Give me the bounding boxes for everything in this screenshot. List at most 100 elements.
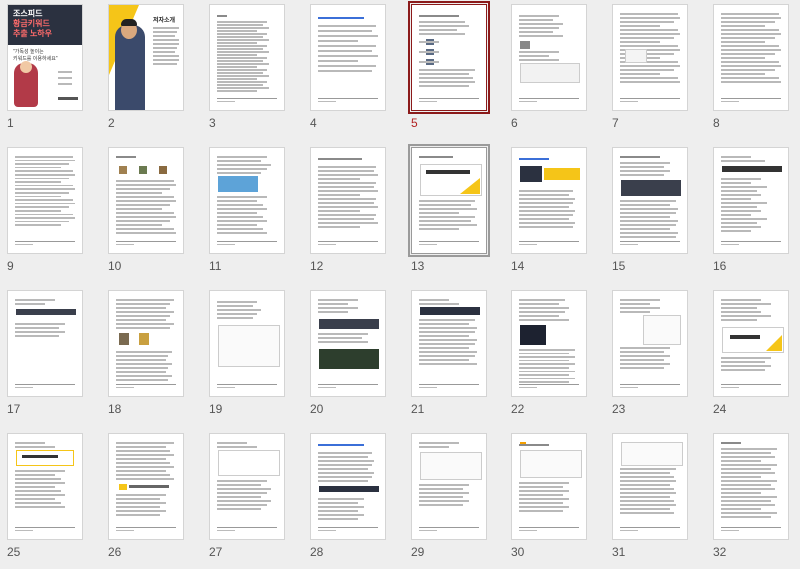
text-line xyxy=(519,299,565,301)
text-line xyxy=(519,198,575,200)
page-preview[interactable] xyxy=(713,4,789,111)
inline-icon xyxy=(119,484,127,490)
page-preview[interactable] xyxy=(310,290,386,397)
text-line xyxy=(15,299,55,301)
page-thumbnail-20[interactable]: 20 xyxy=(310,290,406,426)
page-preview[interactable] xyxy=(408,144,490,257)
text-line xyxy=(519,23,563,25)
page-thumbnail-29[interactable]: 29 xyxy=(411,433,507,569)
page-preview[interactable] xyxy=(209,4,285,111)
page-thumbnail-10[interactable]: 10 xyxy=(108,147,204,283)
text-line xyxy=(318,214,376,216)
page-thumbnail-9[interactable]: 9 xyxy=(7,147,103,283)
text-line xyxy=(620,476,674,478)
text-line xyxy=(419,484,469,486)
text-line xyxy=(217,208,267,210)
text-line xyxy=(318,472,374,474)
page-thumbnail-13[interactable]: 13 xyxy=(408,144,507,283)
text-line xyxy=(116,208,162,210)
page-thumbnail-28[interactable]: 28 xyxy=(310,433,406,569)
page-thumbnail-1[interactable]: 조스피드 황금키워드 추출 노하우 "가독성 높이는 키워드를 이용하세요" 1 xyxy=(7,4,103,140)
screenshot-image xyxy=(621,180,681,196)
page-preview[interactable] xyxy=(713,290,789,397)
text-line xyxy=(318,452,372,454)
page-preview[interactable] xyxy=(7,290,83,397)
text-line xyxy=(721,452,771,454)
page-thumbnail-25[interactable]: 25 xyxy=(7,433,103,569)
page-preview[interactable] xyxy=(7,433,83,540)
text-line xyxy=(116,510,166,512)
page-preview[interactable] xyxy=(209,147,285,254)
page-preview[interactable] xyxy=(511,4,587,111)
page-thumbnail-3[interactable]: 3 xyxy=(209,4,305,140)
page-footer-text xyxy=(620,101,638,102)
page-preview[interactable] xyxy=(612,147,688,254)
page-thumbnail-4[interactable]: 4 xyxy=(310,4,406,140)
page-preview[interactable] xyxy=(310,433,386,540)
page-thumbnail-12[interactable]: 12 xyxy=(310,147,406,283)
page-thumbnail-5[interactable]: 5 xyxy=(408,1,507,140)
page-preview[interactable] xyxy=(209,290,285,397)
text-line xyxy=(15,181,61,183)
page-thumbnail-26[interactable]: 26 xyxy=(108,433,204,569)
page-preview[interactable] xyxy=(511,290,587,397)
page-thumbnail-2[interactable]: 저자소개 2 xyxy=(108,4,204,140)
page-preview[interactable] xyxy=(511,433,587,540)
text-line xyxy=(419,323,469,325)
text-line xyxy=(419,61,439,63)
page-footer-text xyxy=(217,244,235,245)
page-preview[interactable] xyxy=(612,433,688,540)
page-thumbnail-17[interactable]: 17 xyxy=(7,290,103,426)
text-line xyxy=(217,45,267,47)
text-line xyxy=(620,162,670,164)
page-preview[interactable] xyxy=(713,433,789,540)
page-preview[interactable] xyxy=(713,147,789,254)
page-thumbnail-32[interactable]: 32 xyxy=(713,433,800,569)
page-preview[interactable] xyxy=(310,147,386,254)
page-footer-rule xyxy=(519,527,579,528)
page-preview[interactable] xyxy=(7,147,83,254)
page-preview[interactable]: 저자소개 xyxy=(108,4,184,111)
text-line xyxy=(116,466,174,468)
page-footer-rule xyxy=(217,98,277,99)
text-line xyxy=(116,458,166,460)
text-line xyxy=(217,54,257,56)
page-preview[interactable] xyxy=(511,147,587,254)
page-thumbnail-14[interactable]: 14 xyxy=(511,147,607,283)
page-thumbnail-7[interactable]: 7 xyxy=(612,4,708,140)
page-thumbnail-24[interactable]: 24 xyxy=(713,290,800,426)
text-line xyxy=(620,367,664,369)
page-thumbnail-19[interactable]: 19 xyxy=(209,290,305,426)
text-line xyxy=(217,200,257,202)
page-thumbnail-11[interactable]: 11 xyxy=(209,147,305,283)
page-preview[interactable] xyxy=(108,290,184,397)
page-thumbnail-18[interactable]: 18 xyxy=(108,290,204,426)
text-line xyxy=(116,462,170,464)
page-preview[interactable] xyxy=(108,433,184,540)
page-thumbnail-8[interactable]: 8 xyxy=(713,4,800,140)
page-thumbnail-15[interactable]: 15 xyxy=(612,147,708,283)
page-preview[interactable] xyxy=(310,4,386,111)
page-preview[interactable] xyxy=(612,4,688,111)
page-footer-text xyxy=(318,244,336,245)
page-preview[interactable] xyxy=(209,433,285,540)
page-thumbnail-31[interactable]: 31 xyxy=(612,433,708,569)
page-preview[interactable] xyxy=(612,290,688,397)
page-footer-rule xyxy=(15,527,75,528)
page-thumbnail-21[interactable]: 21 xyxy=(411,290,507,426)
page-preview[interactable] xyxy=(411,290,487,397)
page-preview[interactable] xyxy=(108,147,184,254)
text-line xyxy=(620,311,650,313)
text-line xyxy=(519,31,553,33)
page-thumbnail-6[interactable]: 6 xyxy=(511,4,607,140)
page-thumbnail-16[interactable]: 16 xyxy=(713,147,800,283)
text-line xyxy=(620,81,680,83)
text-line xyxy=(721,206,757,208)
page-preview[interactable] xyxy=(411,433,487,540)
page-preview[interactable]: 조스피드 황금키워드 추출 노하우 "가독성 높이는 키워드를 이용하세요" xyxy=(7,4,83,111)
page-thumbnail-23[interactable]: 23 xyxy=(612,290,708,426)
page-thumbnail-30[interactable]: 30 xyxy=(511,433,607,569)
page-preview[interactable] xyxy=(408,1,490,114)
page-thumbnail-22[interactable]: 22 xyxy=(511,290,607,426)
page-thumbnail-27[interactable]: 27 xyxy=(209,433,305,569)
